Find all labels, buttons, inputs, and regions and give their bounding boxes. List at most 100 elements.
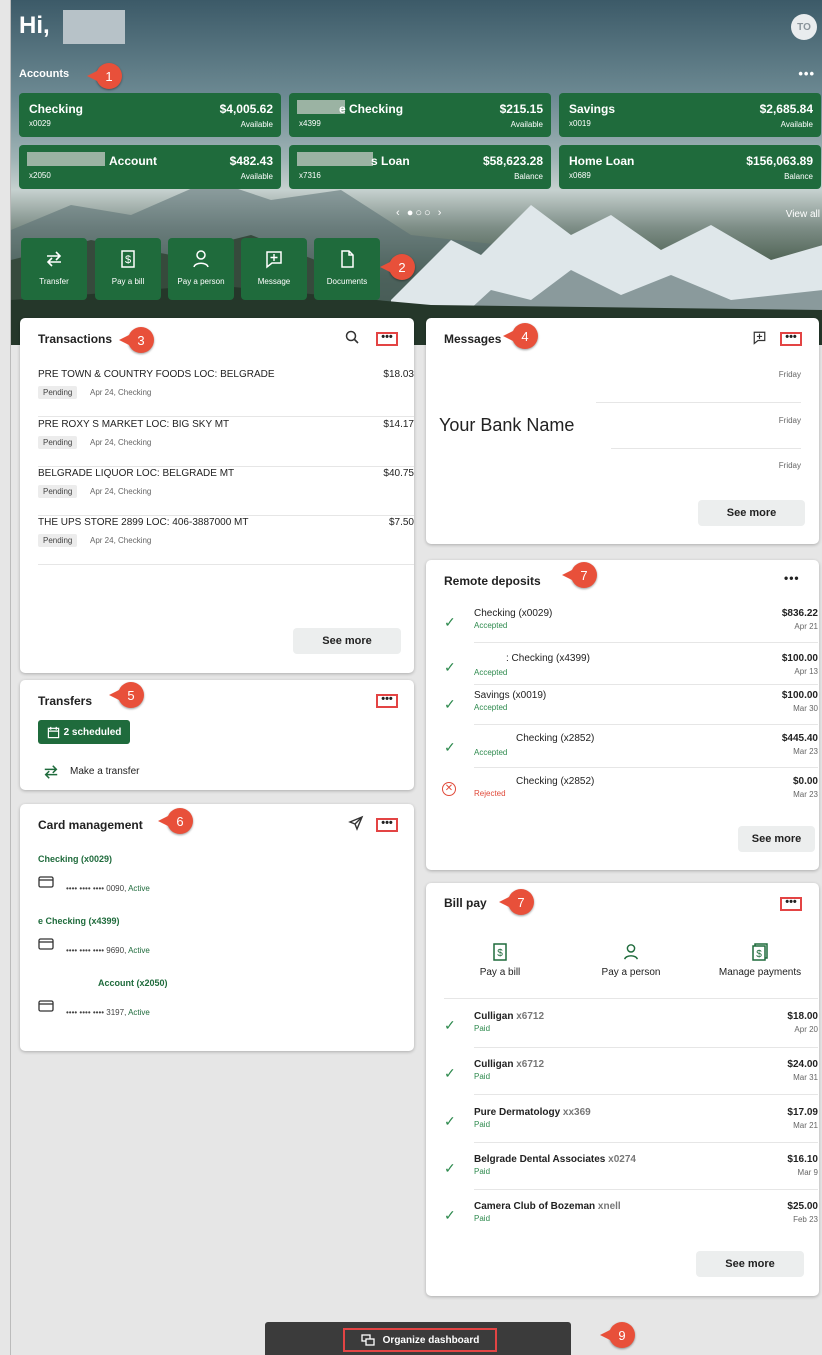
transfers-card: Transfers 5 ••• 2 scheduled Make a trans… (20, 680, 414, 790)
payment-date: Mar 9 (797, 1168, 818, 1177)
check-icon: ✓ (444, 1207, 456, 1223)
quick-action-label: Pay a bill (111, 277, 145, 286)
scheduled-transfers-button[interactable]: 2 scheduled (38, 720, 130, 744)
account-number: x0019 (569, 119, 591, 128)
annotation-badge: 1 (87, 63, 122, 89)
account-tile[interactable]: Account x2050 $482.43 Available (19, 145, 281, 189)
avatar[interactable]: TO (791, 14, 817, 40)
transaction-meta: Apr 24, Checking (90, 438, 152, 447)
messages-see-more-button[interactable]: See more (698, 500, 805, 526)
bill-pay-action-pay-person[interactable]: Pay a person (581, 943, 681, 978)
bill-pay-action-pay-bill[interactable]: $ Pay a bill (460, 943, 540, 978)
transaction-meta: Apr 24, Checking (90, 487, 152, 496)
check-icon: ✓ (444, 1160, 456, 1176)
quick-action-pay-person[interactable]: Pay a person (168, 238, 234, 300)
account-tile[interactable]: s Loan x7316 $58,623.28 Balance (289, 145, 551, 189)
quick-action-label: Transfer (39, 277, 69, 286)
organize-label: Organize dashboard (382, 1334, 480, 1346)
transfers-more-button[interactable]: ••• (376, 694, 398, 708)
travel-plane-icon[interactable] (348, 815, 364, 831)
check-icon: ✓ (444, 1113, 456, 1129)
card-number: •••• •••• •••• 3197, Active (66, 1008, 150, 1017)
divider (474, 642, 818, 643)
transaction-description: THE UPS STORE 2899 LOC: 406-3887000 MT (38, 517, 249, 528)
divider (474, 684, 818, 685)
remote-deposits-more-button[interactable]: ••• (784, 571, 800, 585)
accounts-more-button[interactable]: ••• (798, 66, 815, 81)
quick-action-transfer[interactable]: Transfer (21, 238, 87, 300)
bill-pay-see-more-button[interactable]: See more (696, 1251, 804, 1277)
check-icon: ✓ (444, 659, 456, 675)
check-icon: ✓ (444, 1017, 456, 1033)
transactions-card: Transactions 3 ••• PRE TOWN & COUNTRY FO… (20, 318, 414, 673)
accounts-pager[interactable]: ‹ ●○○ › (396, 207, 443, 219)
transaction-row[interactable]: PRE ROXY S MARKET LOC: BIG SKY MT $14.17… (38, 419, 414, 467)
card-management-title: Card management (38, 818, 143, 832)
payment-amount: $25.00 (787, 1201, 818, 1212)
search-icon[interactable] (345, 330, 359, 344)
bill-icon: $ (493, 943, 507, 961)
quick-action-documents[interactable]: Documents (314, 238, 380, 300)
quick-action-label: Documents (326, 277, 368, 286)
deposit-row[interactable]: ✓ : Checking (x4399) Accepted $100.00 Ap… (444, 653, 818, 693)
account-name: s Loan (371, 154, 410, 168)
bill-payment-row[interactable]: ✓ Culligan x6712 Paid $18.00 Apr 20 (444, 1011, 818, 1051)
bill-payment-row[interactable]: ✓ Belgrade Dental Associates x0274 Paid … (444, 1154, 818, 1194)
message-icon (266, 251, 282, 269)
card-management-more-button[interactable]: ••• (376, 818, 398, 832)
bill-pay-more-button[interactable]: ••• (780, 897, 802, 911)
messages-more-button[interactable]: ••• (780, 332, 802, 346)
card-number: •••• •••• •••• 9690, Active (66, 946, 150, 955)
payment-status: Paid (474, 1167, 491, 1176)
deposit-row[interactable]: ✕ Checking (x2852) Rejected $0.00 Mar 23 (442, 776, 818, 816)
status-badge: Pending (38, 386, 78, 399)
divider (474, 724, 818, 725)
account-number: x2050 (29, 171, 51, 180)
payment-amount: $17.09 (787, 1107, 818, 1118)
bill-pay-action-manage-payments[interactable]: $ Manage payments (708, 943, 812, 978)
organize-dashboard-button[interactable]: Organize dashboard (343, 1328, 497, 1352)
account-tile[interactable]: Savings x0019 $2,685.84 Available (559, 93, 821, 137)
bill-payment-row[interactable]: ✓ Culligan x6712 Paid $24.00 Mar 31 (444, 1059, 818, 1099)
deposit-date: Mar 30 (793, 704, 818, 713)
payment-amount: $24.00 (787, 1059, 818, 1070)
deposit-date: Mar 23 (793, 747, 818, 756)
account-amount-label: Balance (514, 172, 543, 181)
make-transfer-link[interactable]: Make a transfer (70, 766, 139, 777)
bill-payment-row[interactable]: ✓ Camera Club of Bozeman xnell Paid $25.… (444, 1201, 818, 1241)
status-badge: Pending (38, 436, 78, 449)
transactions-see-more-button[interactable]: See more (293, 628, 401, 654)
transfers-title: Transfers (38, 694, 93, 708)
transaction-amount: $7.50 (388, 517, 414, 528)
new-message-icon[interactable] (752, 330, 767, 345)
account-tile[interactable]: Checking x0029 $4,005.62 Available (19, 93, 281, 137)
quick-action-message[interactable]: Message (241, 238, 307, 300)
messages-card: Messages 4 ••• Friday Your Bank Name Fri… (426, 318, 819, 544)
bill-pay-title: Bill pay (444, 896, 487, 910)
view-all-link[interactable]: View all (786, 209, 820, 220)
scheduled-count: 2 scheduled (63, 726, 122, 738)
account-tile[interactable]: Home Loan x0689 $156,063.89 Balance (559, 145, 821, 189)
action-label: Pay a bill (479, 967, 521, 978)
organize-bar: Organize dashboard (265, 1322, 571, 1355)
bill-payment-row[interactable]: ✓ Pure Dermatology xx369 Paid $17.09 Mar… (444, 1107, 818, 1147)
payment-status: Paid (474, 1214, 491, 1223)
redaction (297, 100, 345, 114)
messages-title: Messages (444, 332, 502, 346)
card-management-card: Card management 6 ••• Checking (x0029) •… (20, 804, 414, 1051)
account-name: e Checking (339, 102, 404, 116)
bank-name: Your Bank Name (439, 415, 575, 435)
transaction-row[interactable]: PRE TOWN & COUNTRY FOODS LOC: BELGRADE $… (38, 369, 414, 417)
remote-deposits-see-more-button[interactable]: See more (738, 826, 815, 852)
annotation-badge: 7 (499, 889, 534, 915)
remote-deposits-card: Remote deposits 7 ••• ✓ Checking (x0029)… (426, 560, 819, 870)
transaction-row[interactable]: THE UPS STORE 2899 LOC: 406-3887000 MT $… (38, 517, 414, 565)
svg-text:$: $ (756, 949, 762, 960)
quick-action-pay-bill[interactable]: $ Pay a bill (95, 238, 161, 300)
transaction-row[interactable]: BELGRADE LIQUOR LOC: BELGRADE MT $40.75 … (38, 468, 414, 516)
account-tile[interactable]: e Checking x4399 $215.15 Available (289, 93, 551, 137)
divider (474, 1189, 818, 1190)
deposit-status: Accepted (474, 621, 508, 630)
transactions-more-button[interactable]: ••• (376, 332, 398, 346)
rejected-icon: ✕ (442, 782, 456, 796)
